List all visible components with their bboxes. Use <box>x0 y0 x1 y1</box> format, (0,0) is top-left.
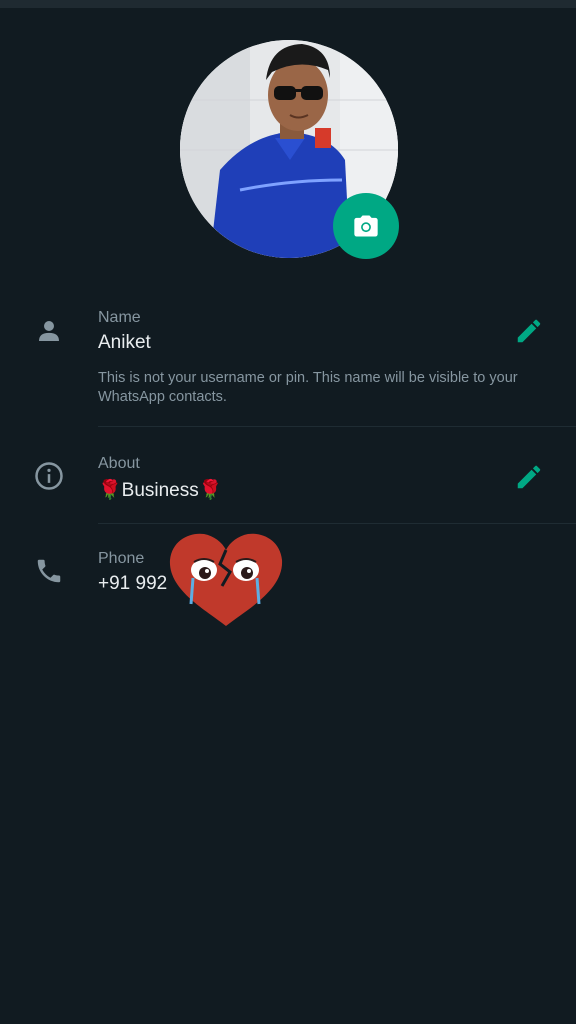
change-photo-button[interactable] <box>333 193 399 259</box>
status-bar-strip <box>0 0 576 8</box>
phone-label: Phone <box>98 550 145 567</box>
divider <box>98 426 576 427</box>
about-value: 🌹Business🌹 <box>98 480 223 501</box>
phone-row[interactable]: Phone +91 992 <box>0 541 576 611</box>
person-icon <box>39 321 59 341</box>
pencil-icon[interactable] <box>514 316 544 346</box>
name-hint: This is not your username or pin. This n… <box>98 370 518 405</box>
phone-value: +91 992 <box>98 573 168 594</box>
broken-heart-sticker <box>169 533 283 626</box>
pencil-icon[interactable] <box>514 462 544 492</box>
profile-screen: Name Aniket This is not your username or… <box>0 0 576 1024</box>
phone-icon <box>37 559 61 583</box>
about-label: About <box>98 455 140 472</box>
info-icon <box>35 462 63 490</box>
name-label: Name <box>98 309 141 326</box>
profile-photo-section <box>180 40 400 260</box>
about-row[interactable]: About 🌹Business🌹 <box>0 446 576 526</box>
name-row[interactable]: Name Aniket This is not your username or… <box>0 300 576 430</box>
divider <box>98 523 576 524</box>
name-value: Aniket <box>98 332 151 353</box>
camera-icon <box>354 215 378 237</box>
